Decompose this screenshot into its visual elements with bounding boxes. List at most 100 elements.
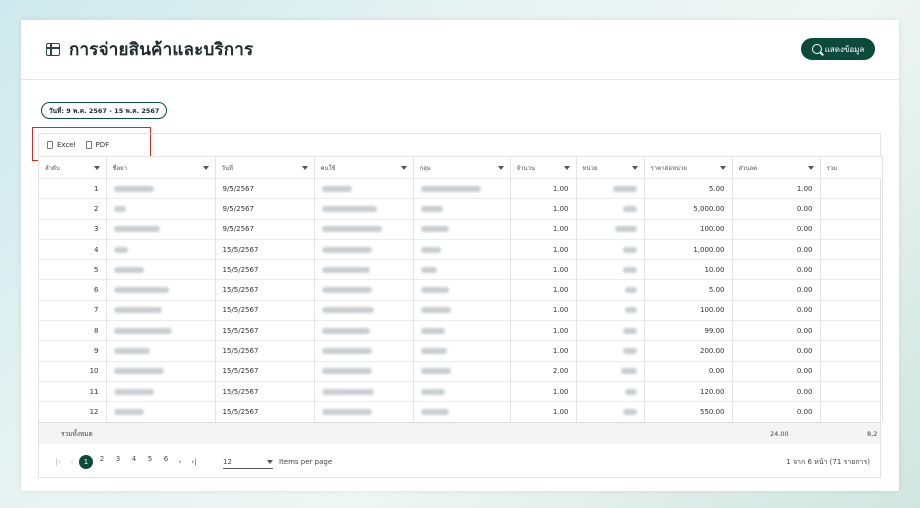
table-row[interactable]: 2 9/5/2567 1.00 5,000.00 0.00 [39, 198, 883, 220]
table-cell [413, 198, 511, 220]
table-cell [413, 401, 511, 423]
table-cell [106, 360, 216, 382]
redacted-text [321, 348, 372, 355]
last-page-icon[interactable]: ›| [187, 458, 201, 466]
filter-caret-icon[interactable] [719, 165, 726, 170]
page-number[interactable]: 6 [159, 455, 173, 469]
table-cell: 1,000.00 [644, 238, 733, 260]
next-page-icon[interactable]: › [173, 458, 187, 466]
table-cell: 10.00 [644, 259, 733, 280]
filter-caret-icon[interactable] [202, 165, 209, 170]
column-header[interactable]: ชื่อยา [106, 156, 216, 179]
show-data-button[interactable]: แสดงข้อมูล [801, 38, 875, 60]
page-number[interactable]: 5 [143, 455, 157, 469]
table-cell [314, 198, 414, 220]
table-cell: 0.00 [732, 320, 821, 341]
table-cell [106, 320, 216, 341]
column-header[interactable]: รวม [820, 156, 883, 179]
table-cell: 1.00 [510, 380, 577, 402]
redacted-text [113, 388, 154, 395]
filter-caret-icon[interactable] [563, 165, 570, 170]
table-cell [106, 259, 216, 280]
table-cell [413, 238, 511, 260]
column-header[interactable]: วันที่ [215, 156, 315, 179]
filter-caret-icon[interactable] [631, 165, 638, 170]
total-discount: 24.00 [770, 429, 789, 438]
table-cell [314, 380, 414, 402]
table-cell: 15/5/2567 [215, 380, 315, 402]
filter-caret-icon[interactable] [497, 165, 504, 170]
table-cell [820, 320, 883, 341]
excel-export-button[interactable]: Excel [47, 141, 76, 149]
table-cell [314, 218, 414, 240]
table-row[interactable]: 3 9/5/2567 1.00 100.00 0.00 [39, 218, 883, 240]
filter-caret-icon[interactable] [301, 165, 308, 170]
table-row[interactable]: 9 15/5/2567 1.00 200.00 0.00 [39, 340, 883, 362]
page-number[interactable]: 4 [127, 455, 141, 469]
table-row[interactable]: 1 9/5/2567 1.00 5.00 1.00 [39, 177, 883, 199]
table-cell: 1.00 [510, 279, 577, 301]
sidebar-toggle-icon[interactable] [46, 43, 60, 56]
table-cell [314, 299, 414, 321]
table-cell: 7 [39, 299, 107, 321]
column-header[interactable]: กลุ่ม [413, 156, 511, 179]
column-header-label: ส่วนลด [738, 164, 758, 172]
table-header-row: ลำดับ ชื่อยา วันที่ คนใช้ กลุ่ม จำนวน หน่วย ราค… [39, 156, 883, 179]
table-cell: 5 [39, 259, 107, 280]
redacted-text [113, 287, 169, 294]
filter-caret-icon[interactable] [93, 165, 100, 170]
redacted-text [420, 246, 441, 253]
show-data-label: แสดงข้อมูล [824, 44, 865, 54]
page-number[interactable]: 1 [79, 455, 93, 469]
table-row[interactable]: 7 15/5/2567 1.00 100.00 0.00 [39, 299, 883, 321]
table-row[interactable]: 4 15/5/2567 1.00 1,000.00 0.00 [39, 238, 883, 260]
page-number[interactable]: 3 [111, 455, 125, 469]
column-header[interactable]: จำนวน [510, 156, 577, 179]
column-header[interactable]: ราคาต่อหน่วย [644, 156, 733, 179]
column-header[interactable]: ลำดับ [39, 156, 107, 179]
table-row[interactable]: 8 15/5/2567 1.00 99.00 0.00 [39, 320, 883, 341]
table-cell: 5,000.00 [644, 198, 733, 220]
date-range-chip[interactable]: วันที่: 9 พ.ค. 2567 - 15 พ.ค. 2567 [41, 102, 168, 119]
table-cell [314, 238, 414, 260]
table-cell [576, 177, 645, 199]
table-cell: 0.00 [732, 299, 821, 321]
table-cell [413, 259, 511, 280]
table-cell: 15/5/2567 [215, 238, 315, 260]
pdf-export-button[interactable]: PDF [85, 141, 109, 149]
table-cell: 100.00 [644, 299, 733, 321]
page-number[interactable]: 2 [95, 455, 109, 469]
redacted-text [321, 368, 372, 375]
first-page-icon[interactable]: |‹ [51, 458, 65, 466]
redacted-text [113, 307, 162, 314]
page-range-text: 1 จาก 6 หน้า (71 รายการ) [786, 457, 870, 466]
table-row[interactable]: 5 15/5/2567 1.00 10.00 0.00 [39, 259, 883, 280]
redacted-text [620, 368, 637, 375]
table-cell [576, 360, 645, 382]
table-row[interactable]: 6 15/5/2567 1.00 5.00 0.00 [39, 279, 883, 301]
redacted-text [113, 409, 144, 416]
redacted-text [420, 368, 451, 375]
redacted-text [113, 327, 172, 334]
table-row[interactable]: 12 15/5/2567 1.00 550.00 0.00 [39, 401, 883, 423]
prev-page-icon[interactable]: ‹ [65, 458, 79, 466]
table-cell: 0.00 [732, 340, 821, 362]
filter-caret-icon[interactable] [807, 165, 814, 170]
search-icon [811, 44, 822, 54]
table-cell: 0.00 [732, 401, 821, 423]
page-size-value: 12 [223, 457, 232, 466]
filter-caret-icon[interactable] [400, 165, 407, 170]
page-size-select[interactable]: 12 [223, 456, 273, 469]
table-cell: 5.00 [644, 177, 733, 199]
column-header[interactable]: ส่วนลด [732, 156, 821, 179]
redacted-text [420, 287, 449, 294]
table-row[interactable]: 11 15/5/2567 1.00 120.00 0.00 [39, 380, 883, 402]
table-cell: 100.00 [644, 218, 733, 240]
redacted-text [420, 307, 451, 314]
column-header[interactable]: คนใช้ [314, 156, 414, 179]
table-cell [820, 380, 883, 402]
redacted-text [420, 388, 445, 395]
table-row[interactable]: 10 15/5/2567 2.00 0.00 0.00 [39, 360, 883, 382]
column-header[interactable]: หน่วย [576, 156, 645, 179]
table-cell: 12 [39, 401, 107, 423]
